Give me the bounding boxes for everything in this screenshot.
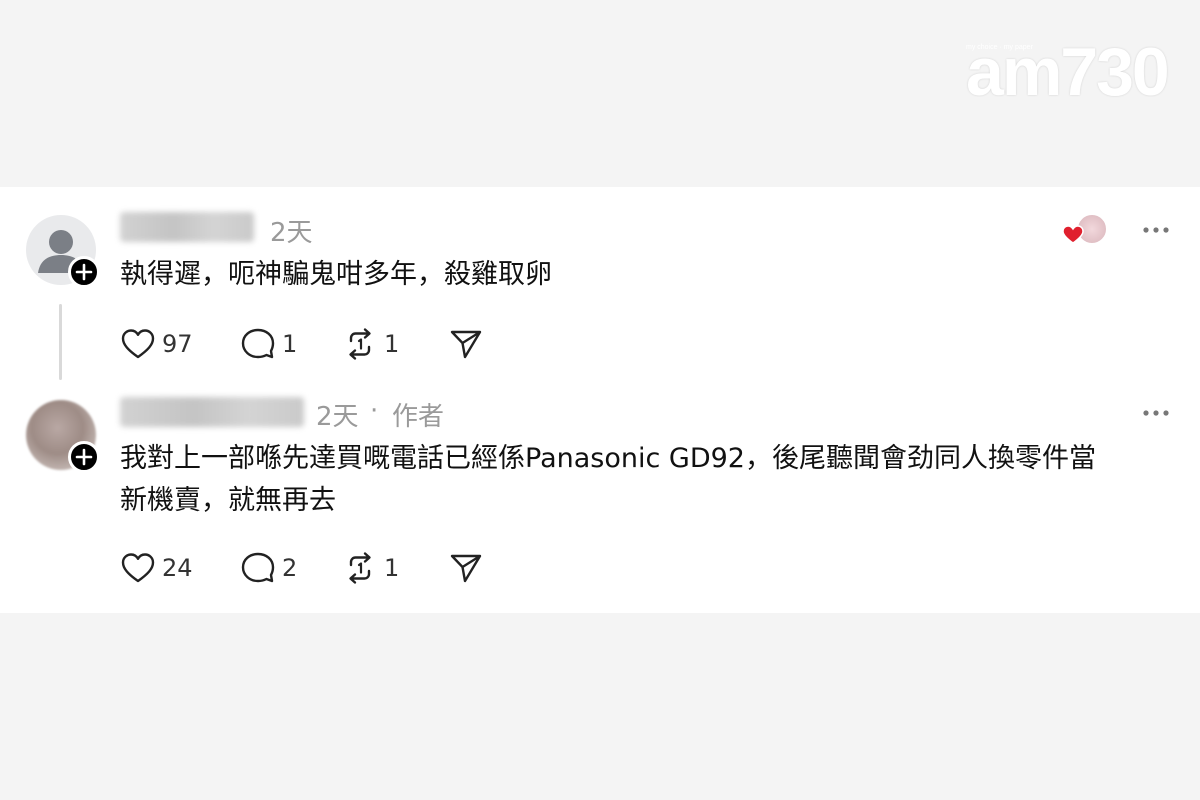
share-button[interactable] <box>448 326 484 362</box>
post-time: 2天 <box>316 402 359 432</box>
repost-count: 1 <box>384 330 400 358</box>
repost-count: 1 <box>384 554 400 582</box>
like-button[interactable]: 24 <box>120 550 193 586</box>
comment-icon <box>241 328 275 359</box>
like-button[interactable]: 97 <box>120 326 193 362</box>
heart-icon <box>121 553 155 583</box>
heart-icon <box>121 329 155 359</box>
post-time: 2天 <box>270 218 313 248</box>
repost-icon <box>349 328 371 360</box>
reaction-avatars[interactable] <box>1062 213 1108 247</box>
comment-icon <box>241 552 275 583</box>
post-body: 我對上一部喺先達買嘅電話已經係Panasonic GD92，後尾聽聞會劲同人換零… <box>120 438 1180 522</box>
meta-separator: · <box>370 396 379 426</box>
repost-button[interactable]: 1 <box>342 326 399 362</box>
more-icon[interactable] <box>1142 408 1170 418</box>
reply-button[interactable]: 2 <box>240 550 297 586</box>
plus-icon <box>75 263 93 281</box>
reply-count: 2 <box>282 554 298 582</box>
repost-icon <box>349 552 371 584</box>
plus-icon <box>75 448 93 466</box>
more-icon[interactable] <box>1142 225 1170 235</box>
username-blurred[interactable] <box>120 212 254 242</box>
post-body-line-1: 我對上一部喺先達買嘅電話已經係Panasonic GD92，後尾聽聞會劲同人換零… <box>120 443 1096 474</box>
like-count: 97 <box>162 330 193 358</box>
heart-icon <box>1062 225 1084 244</box>
am730-watermark: am730 my choice · my paper <box>966 36 1170 112</box>
send-icon <box>450 554 482 583</box>
share-button[interactable] <box>448 550 484 586</box>
watermark-tagline: my choice · my paper <box>966 44 1033 51</box>
post-body: 執得遲，呃神騙鬼咁多年，殺雞取卵 <box>120 259 552 290</box>
reply-count: 1 <box>282 330 298 358</box>
author-tag: 作者 <box>392 402 445 432</box>
send-icon <box>450 330 482 359</box>
follow-button[interactable] <box>68 256 100 288</box>
post-body-line-2: 新機賣，就無再去 <box>120 485 336 516</box>
thread-line <box>59 304 62 380</box>
like-count: 24 <box>162 554 193 582</box>
follow-button[interactable] <box>68 441 100 473</box>
reply-button[interactable]: 1 <box>240 326 297 362</box>
username-blurred[interactable] <box>120 397 304 427</box>
repost-button[interactable]: 1 <box>342 550 399 586</box>
